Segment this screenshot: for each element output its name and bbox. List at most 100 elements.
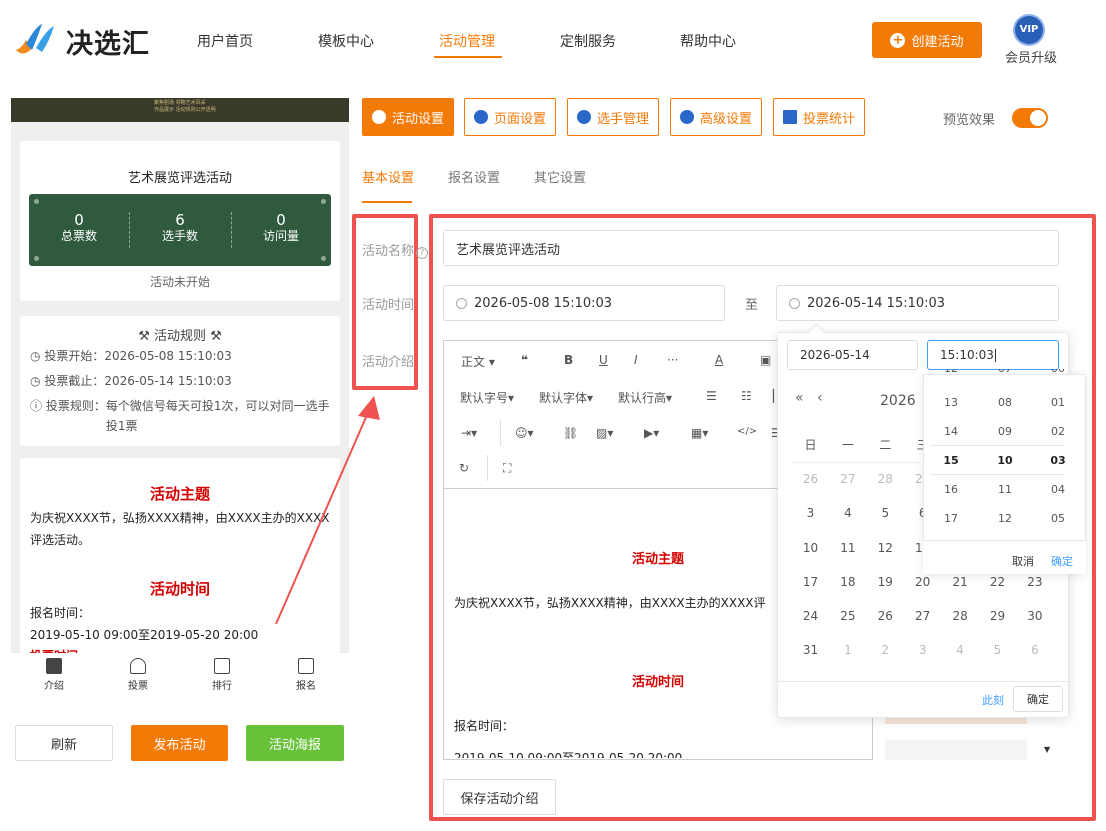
- bottom-nav-signup[interactable]: 报名: [276, 658, 336, 692]
- link-icon[interactable]: ⛓: [563, 426, 578, 440]
- subtab-other[interactable]: 其它设置: [534, 167, 586, 186]
- video-icon[interactable]: ▶▾: [644, 426, 659, 440]
- hour-option[interactable]: 15: [931, 454, 971, 467]
- code-icon[interactable]: </>: [737, 426, 757, 437]
- second-option[interactable]: 02: [1038, 425, 1078, 438]
- time-option-row[interactable]: 17 12 05: [923, 505, 1083, 534]
- tab-activity-settings[interactable]: 活动设置: [362, 98, 454, 136]
- preview-toggle[interactable]: [1012, 108, 1048, 128]
- calendar-day[interactable]: 10: [792, 541, 829, 555]
- bullet-list-icon[interactable]: ☰: [706, 389, 717, 403]
- time-option-row[interactable]: 13 08 01: [923, 389, 1083, 418]
- bottom-nav-rank[interactable]: 排行: [192, 658, 252, 692]
- line-height-select[interactable]: 默认行高▾: [618, 389, 672, 406]
- calendar-day[interactable]: 21: [942, 575, 979, 589]
- calendar-day[interactable]: 22: [979, 575, 1016, 589]
- bottom-nav-intro[interactable]: 介绍: [24, 658, 84, 692]
- prev-month-icon[interactable]: ‹: [817, 390, 823, 406]
- time-option-row[interactable]: 16 11 04: [923, 476, 1083, 505]
- subtab-basic[interactable]: 基本设置: [362, 167, 414, 186]
- emoji-icon[interactable]: ☺▾: [515, 426, 534, 440]
- vip-icon[interactable]: VIP: [1015, 16, 1043, 44]
- calendar-day[interactable]: 11: [829, 541, 866, 555]
- calendar-day[interactable]: 27: [829, 472, 866, 486]
- indent-select[interactable]: ⇥▾: [461, 426, 477, 440]
- vip-upgrade-link[interactable]: 会员升级: [1005, 47, 1057, 66]
- hour-option[interactable]: 17: [931, 512, 971, 525]
- second-option[interactable]: 03: [1038, 454, 1078, 467]
- subtab-signup[interactable]: 报名设置: [448, 167, 500, 186]
- tab-page-settings[interactable]: 页面设置: [464, 98, 556, 136]
- calendar-day[interactable]: 4: [829, 506, 866, 520]
- redo-icon[interactable]: ↻: [459, 461, 469, 475]
- hour-option[interactable]: 16: [931, 483, 971, 496]
- second-option[interactable]: 04: [1038, 483, 1078, 496]
- calendar-day[interactable]: 12: [867, 541, 904, 555]
- table-icon[interactable]: ▦▾: [691, 426, 708, 440]
- nav-help[interactable]: 帮助中心: [680, 31, 736, 51]
- calendar-day[interactable]: 31: [792, 643, 829, 657]
- image-icon[interactable]: ▨▾: [596, 426, 613, 440]
- italic-icon[interactable]: I: [634, 353, 638, 367]
- underline-icon[interactable]: U: [599, 353, 608, 367]
- calendar-day[interactable]: 30: [1016, 609, 1053, 623]
- calendar-day[interactable]: 6: [1016, 643, 1053, 657]
- hour-option[interactable]: 14: [931, 425, 971, 438]
- start-time-input[interactable]: 2026-05-08 15:10:03: [443, 285, 725, 321]
- minute-option[interactable]: 10: [985, 454, 1025, 467]
- calendar-day[interactable]: 24: [792, 609, 829, 623]
- quote-icon[interactable]: ❝: [521, 353, 528, 367]
- minute-option[interactable]: 07: [985, 369, 1025, 375]
- calendar-day[interactable]: 25: [829, 609, 866, 623]
- bold-icon[interactable]: B: [564, 353, 573, 367]
- calendar-day[interactable]: 4: [942, 643, 979, 657]
- picker-time-input[interactable]: 15:10:03: [927, 340, 1059, 370]
- calendar-day[interactable]: 1: [829, 643, 866, 657]
- second-option[interactable]: 00: [1038, 369, 1078, 375]
- nav-home[interactable]: 用户首页: [197, 31, 253, 51]
- time-option-row[interactable]: 15 10 03: [923, 447, 1083, 476]
- tab-statistics[interactable]: 投票统计: [773, 98, 865, 136]
- font-size-select[interactable]: 默认字号▾: [460, 389, 514, 406]
- end-time-input[interactable]: 2026-05-14 15:10:03: [776, 285, 1059, 321]
- time-option-row[interactable]: 12 07 00: [923, 369, 1083, 382]
- hour-option[interactable]: 13: [931, 396, 971, 409]
- font-family-select[interactable]: 默认字体▾: [539, 389, 593, 406]
- calendar-day[interactable]: 20: [904, 575, 941, 589]
- calendar-day[interactable]: 3: [904, 643, 941, 657]
- calendar-day[interactable]: 29: [979, 609, 1016, 623]
- minute-option[interactable]: 11: [985, 483, 1025, 496]
- calendar-day[interactable]: 17: [792, 575, 829, 589]
- toolbar-paragraph-select[interactable]: 正文 ▾: [461, 353, 495, 370]
- create-activity-button[interactable]: + 创建活动: [872, 22, 982, 58]
- minute-option[interactable]: 12: [985, 512, 1025, 525]
- calendar-day[interactable]: 5: [867, 506, 904, 520]
- calendar-day[interactable]: 19: [867, 575, 904, 589]
- picker-now-link[interactable]: 此刻: [982, 692, 1004, 708]
- fullscreen-icon[interactable]: ⛶: [503, 461, 511, 476]
- background-color-icon[interactable]: ▣: [760, 353, 771, 367]
- calendar-day[interactable]: 28: [867, 472, 904, 486]
- save-intro-button[interactable]: 保存活动介绍: [443, 779, 556, 815]
- question-icon[interactable]: ?: [416, 247, 429, 259]
- second-option[interactable]: 01: [1038, 396, 1078, 409]
- second-option[interactable]: 05: [1038, 512, 1078, 525]
- nav-templates[interactable]: 模板中心: [318, 31, 374, 51]
- time-confirm-button[interactable]: 确定: [1051, 553, 1073, 569]
- calendar-day[interactable]: 26: [867, 609, 904, 623]
- side-image-thumbnail[interactable]: [885, 740, 1027, 760]
- prev-year-icon[interactable]: «: [795, 390, 804, 406]
- picker-date-input[interactable]: 2026-05-14: [787, 340, 918, 370]
- tab-advanced[interactable]: 高级设置: [670, 98, 762, 136]
- calendar-day[interactable]: 3: [792, 506, 829, 520]
- refresh-button[interactable]: 刷新: [15, 725, 113, 761]
- more-icon[interactable]: ···: [667, 353, 678, 367]
- calendar-day[interactable]: 26: [792, 472, 829, 486]
- calendar-day[interactable]: 18: [829, 575, 866, 589]
- hour-option[interactable]: 12: [931, 369, 971, 375]
- time-option-row[interactable]: 14 09 02: [923, 418, 1083, 447]
- minute-option[interactable]: 08: [985, 396, 1025, 409]
- calendar-day[interactable]: 5: [979, 643, 1016, 657]
- numbered-list-icon[interactable]: ☷: [741, 389, 752, 403]
- font-color-icon[interactable]: A: [715, 353, 723, 367]
